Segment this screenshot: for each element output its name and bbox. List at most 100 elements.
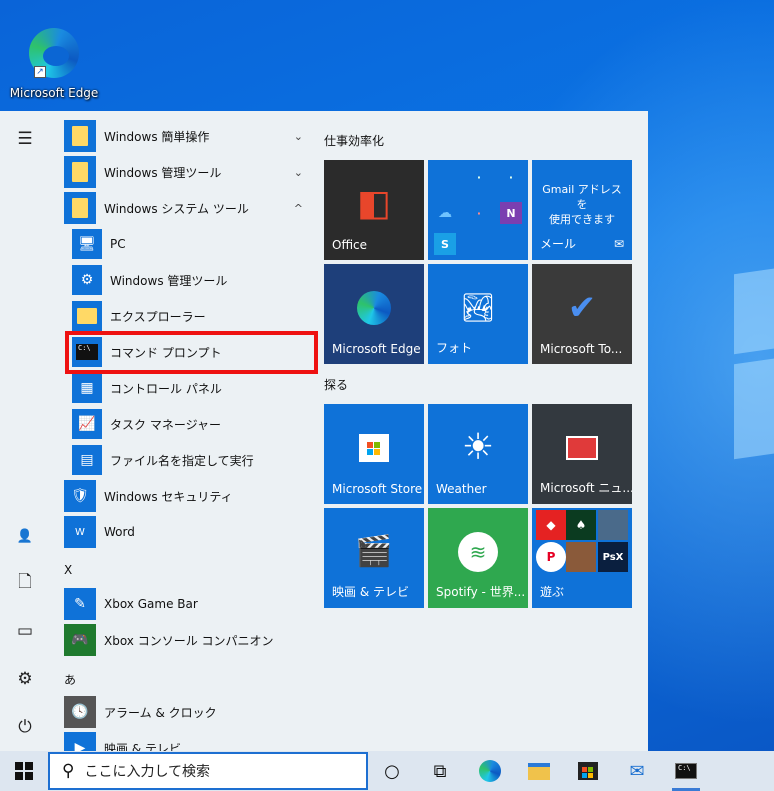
pinterest-icon: P <box>536 542 566 572</box>
tile-label: フォト <box>436 341 473 355</box>
tile-play-folder[interactable]: ◆ ♠ P PsX 遊ぶ <box>532 508 632 608</box>
store-icon <box>359 434 389 462</box>
tile-label: Office <box>332 238 368 252</box>
app-label: Windows 簡単操作 <box>104 129 210 144</box>
app-word[interactable]: W Word <box>64 516 309 548</box>
start-menu: ☰ 👤 🗋 ▭ ⚙ ⏻ Windows 簡単操作 ⌄ Windows 管理ツール… <box>0 111 648 751</box>
cortana-icon[interactable]: ○ <box>372 751 412 791</box>
tile-label: Spotify - 世界... <box>436 585 526 599</box>
gmail-promo-line: 使用できます <box>549 213 615 226</box>
app-label: エクスプローラー <box>110 309 206 324</box>
app-xbox-game-bar[interactable]: ✎ Xbox Game Bar <box>64 588 309 620</box>
app-folder-windows-system-tools[interactable]: Windows システム ツール ^ <box>64 192 309 224</box>
app-label: Word <box>104 525 135 539</box>
file-explorer-icon[interactable] <box>519 751 559 791</box>
pc-icon: 🖥 <box>72 229 102 259</box>
mini-app-icon: · <box>508 170 514 184</box>
tile-todo[interactable]: ✔ Microsoft To... <box>532 264 632 364</box>
app-alarms-clock[interactable]: 🕓 アラーム & クロック <box>64 696 309 728</box>
app-windows-admin-tools[interactable]: ⚙ Windows 管理ツール <box>72 264 317 296</box>
word-icon: W <box>64 516 96 548</box>
tile-weather[interactable]: ☀ Weather <box>428 404 528 504</box>
start-button[interactable] <box>0 751 48 791</box>
app-label: アラーム & クロック <box>104 705 217 720</box>
app-windows-security[interactable]: 🛡 Windows セキュリティ <box>64 480 309 512</box>
gmail-promo-line: Gmail アドレスを <box>542 183 622 211</box>
search-box[interactable]: ⚲ ここに入力して検索 <box>48 752 368 790</box>
checkmark-icon: ✔ <box>567 288 597 328</box>
command-prompt-icon[interactable]: C:\ <box>666 751 706 791</box>
app-label: Windows システム ツール <box>104 201 249 216</box>
app-run[interactable]: ▤ ファイル名を指定して実行 <box>72 444 317 476</box>
settings-icon[interactable]: ⚙ <box>12 666 38 692</box>
app-folder-windows-admin-tools[interactable]: Windows 管理ツール ⌄ <box>64 156 309 188</box>
power-icon[interactable]: ⏻ <box>12 714 38 740</box>
tile-office-apps-folder[interactable]: · · ☁ · N S <box>428 160 528 260</box>
document-icon[interactable]: 🗋 <box>12 570 38 596</box>
clock-icon: 🕓 <box>64 696 96 728</box>
game-icon <box>566 542 596 572</box>
app-movies-tv[interactable]: ▶ 映画 & テレビ <box>64 732 309 751</box>
onedrive-icon: ☁ <box>438 205 452 221</box>
tile-store[interactable]: Microsoft Store <box>324 404 424 504</box>
tile-photos[interactable]: 🏞 フォト <box>428 264 528 364</box>
shield-icon: 🛡 <box>64 480 96 512</box>
file-explorer-icon <box>72 301 102 331</box>
sun-icon: ☀ <box>461 427 495 468</box>
tile-spotify[interactable]: ≋ Spotify - 世界... <box>428 508 528 608</box>
tile-edge[interactable]: Microsoft Edge <box>324 264 424 364</box>
mini-app-icon <box>434 166 456 188</box>
tile-office[interactable]: ◧ Office <box>324 160 424 260</box>
app-folder-windows-accessibility[interactable]: Windows 簡単操作 ⌄ <box>64 120 309 152</box>
app-label: Windows セキュリティ <box>104 489 233 504</box>
tile-group-title[interactable]: 仕事効率化 <box>324 132 384 149</box>
search-icon: ⚲ <box>62 761 75 781</box>
windows-logo-icon <box>15 762 33 780</box>
chevron-down-icon: ⌄ <box>293 129 303 143</box>
letter-header-x[interactable]: X <box>64 563 72 577</box>
photos-icon: 🏞 <box>460 291 496 324</box>
app-label: Windows 管理ツール <box>104 165 222 180</box>
tile-label: 映画 & テレビ <box>332 585 409 599</box>
mail-icon: ✉ <box>613 237 624 251</box>
tile-label: Microsoft Store <box>332 482 423 496</box>
photoshop-express-icon: PsX <box>598 542 628 572</box>
app-explorer[interactable]: エクスプローラー <box>72 300 317 332</box>
folder-icon <box>64 192 96 224</box>
pictures-icon[interactable]: ▭ <box>12 618 38 644</box>
tile-label: 遊ぶ <box>540 585 565 599</box>
desktop-icon-label: Microsoft Edge <box>9 86 99 100</box>
task-view-icon[interactable]: ⧉ <box>420 751 460 791</box>
tile-label: Microsoft To... <box>540 342 623 356</box>
solitaire-icon: ♠ <box>566 510 596 540</box>
shortcut-arrow-icon: ↗ <box>34 66 46 78</box>
app-task-manager[interactable]: 📈 タスク マネージャー <box>72 408 317 440</box>
letter-header-a[interactable]: あ <box>64 671 76 688</box>
roblox-icon: ◆ <box>536 510 566 540</box>
skype-icon: S <box>434 233 456 255</box>
tile-mail[interactable]: Gmail アドレスを 使用できます メール ✉ <box>532 160 632 260</box>
tile-group-title[interactable]: 探る <box>324 376 348 393</box>
movies-icon: ▶ <box>64 732 96 751</box>
mail-icon[interactable]: ✉ <box>617 751 657 791</box>
office-icon: ◧ <box>356 183 392 224</box>
mini-app-icon: · <box>476 206 482 220</box>
taskbar-edge-icon[interactable] <box>470 751 510 791</box>
store-icon[interactable] <box>568 751 608 791</box>
wallpaper-pane <box>734 265 774 355</box>
tile-news[interactable]: Microsoft ニュ... <box>532 404 632 504</box>
tile-movies-tv[interactable]: 🎬 映画 & テレビ <box>324 508 424 608</box>
highlight-box <box>65 331 318 374</box>
app-label: Xbox コンソール コンパニオン <box>104 633 274 648</box>
app-xbox-console-companion[interactable]: 🎮 Xbox コンソール コンパニオン <box>64 624 309 656</box>
desktop-icon-edge[interactable]: ↗ Microsoft Edge <box>8 28 100 100</box>
hamburger-icon[interactable]: ☰ <box>12 126 38 152</box>
edge-icon <box>357 291 391 325</box>
chevron-up-icon: ^ <box>293 201 303 215</box>
app-label: Xbox Game Bar <box>104 597 198 611</box>
user-icon[interactable]: 👤 <box>12 523 38 549</box>
app-control-panel[interactable]: ▦ コントロール パネル <box>72 372 317 404</box>
tile-label: Weather <box>436 482 487 496</box>
app-pc[interactable]: 🖥 PC <box>72 228 317 260</box>
tile-label: メール <box>540 237 577 251</box>
